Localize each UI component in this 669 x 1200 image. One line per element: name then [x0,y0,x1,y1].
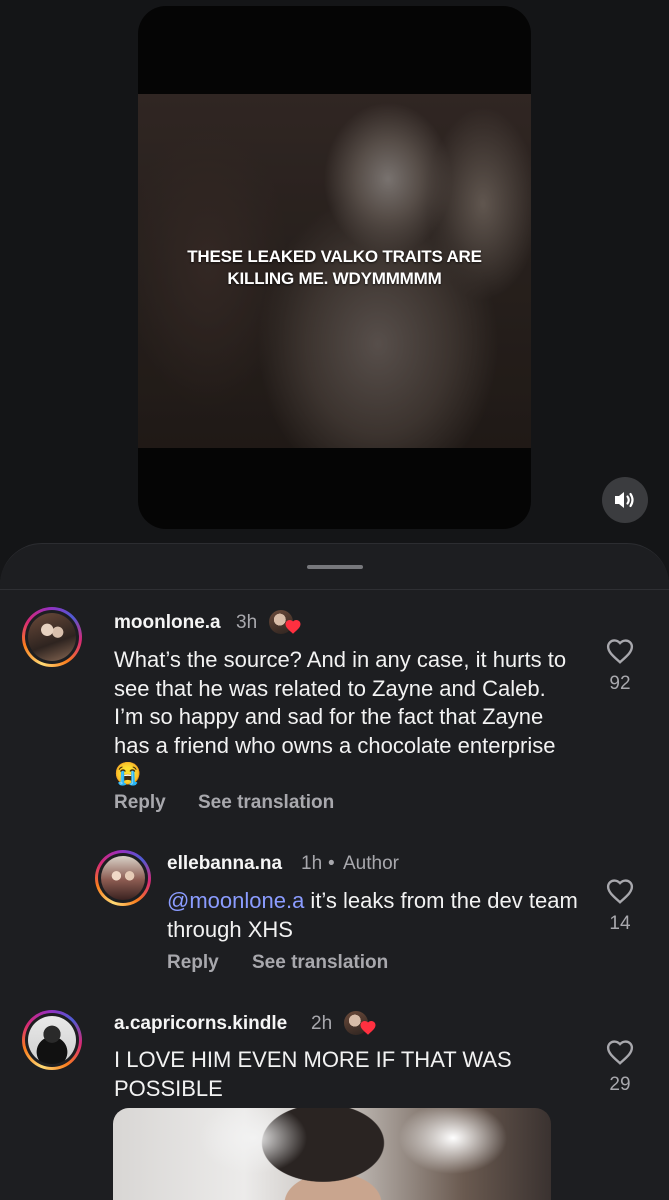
video-caption-line-2: KILLING ME. WDYMMMMM [227,269,442,288]
comment-username[interactable]: ellebanna.na [167,853,282,875]
comment-time: 1h [301,853,323,874]
avatar[interactable] [22,1010,82,1070]
like-count: 14 [609,913,631,934]
avatar[interactable] [95,850,151,906]
mute-toggle-button[interactable] [602,477,648,523]
comment-username[interactable]: a.capricorns.kindle [114,1013,287,1035]
video-player[interactable]: THESE LEAKED VALKO TRAITS ARE KILLING ME… [138,6,531,529]
sheet-divider [0,589,669,590]
avatar-image [28,613,76,661]
like-count: 92 [609,673,631,694]
meta-separator: • [328,853,335,874]
like-button[interactable]: 29 [597,1038,643,1096]
comment-username[interactable]: moonlone.a [114,612,221,634]
heart-outline-icon [606,639,634,664]
heart-filled-icon [285,619,301,634]
comment-time: 2h [311,1013,333,1034]
liked-by-creator-badge [268,609,301,637]
heart-outline-icon [606,879,634,904]
speaker-volume-icon [615,492,634,508]
mention-link[interactable]: @moonlone.a [167,888,304,913]
liked-by-creator-badge [343,1010,376,1038]
comment-attached-image[interactable] [113,1108,551,1200]
heart-filled-icon [360,1020,376,1035]
reply-button[interactable]: Reply [167,952,219,974]
see-translation-button[interactable]: See translation [252,952,388,974]
comment-text: I LOVE HIM EVEN MORE IF THAT WAS POSSIBL… [114,1047,512,1101]
video-area: THESE LEAKED VALKO TRAITS ARE KILLING ME… [0,0,669,560]
see-translation-button[interactable]: See translation [198,792,334,814]
avatar-image [101,856,145,900]
author-badge: Author [343,853,399,874]
reply-button[interactable]: Reply [114,792,166,814]
comment-text: What’s the source? And in any case, it h… [114,647,567,786]
comment-time: 3h [236,612,258,633]
comment-text: @moonlone.a it’s leaks from the dev team… [167,887,587,944]
avatar-image [28,1016,76,1064]
video-caption: THESE LEAKED VALKO TRAITS ARE KILLING ME… [138,246,531,290]
like-button[interactable]: 92 [597,637,643,695]
drag-handle[interactable] [307,565,363,569]
video-caption-line-1: THESE LEAKED VALKO TRAITS ARE [187,247,482,266]
avatar[interactable] [22,607,82,667]
like-count: 29 [609,1074,631,1095]
heart-outline-icon [606,1040,634,1065]
like-button[interactable]: 14 [597,877,643,935]
